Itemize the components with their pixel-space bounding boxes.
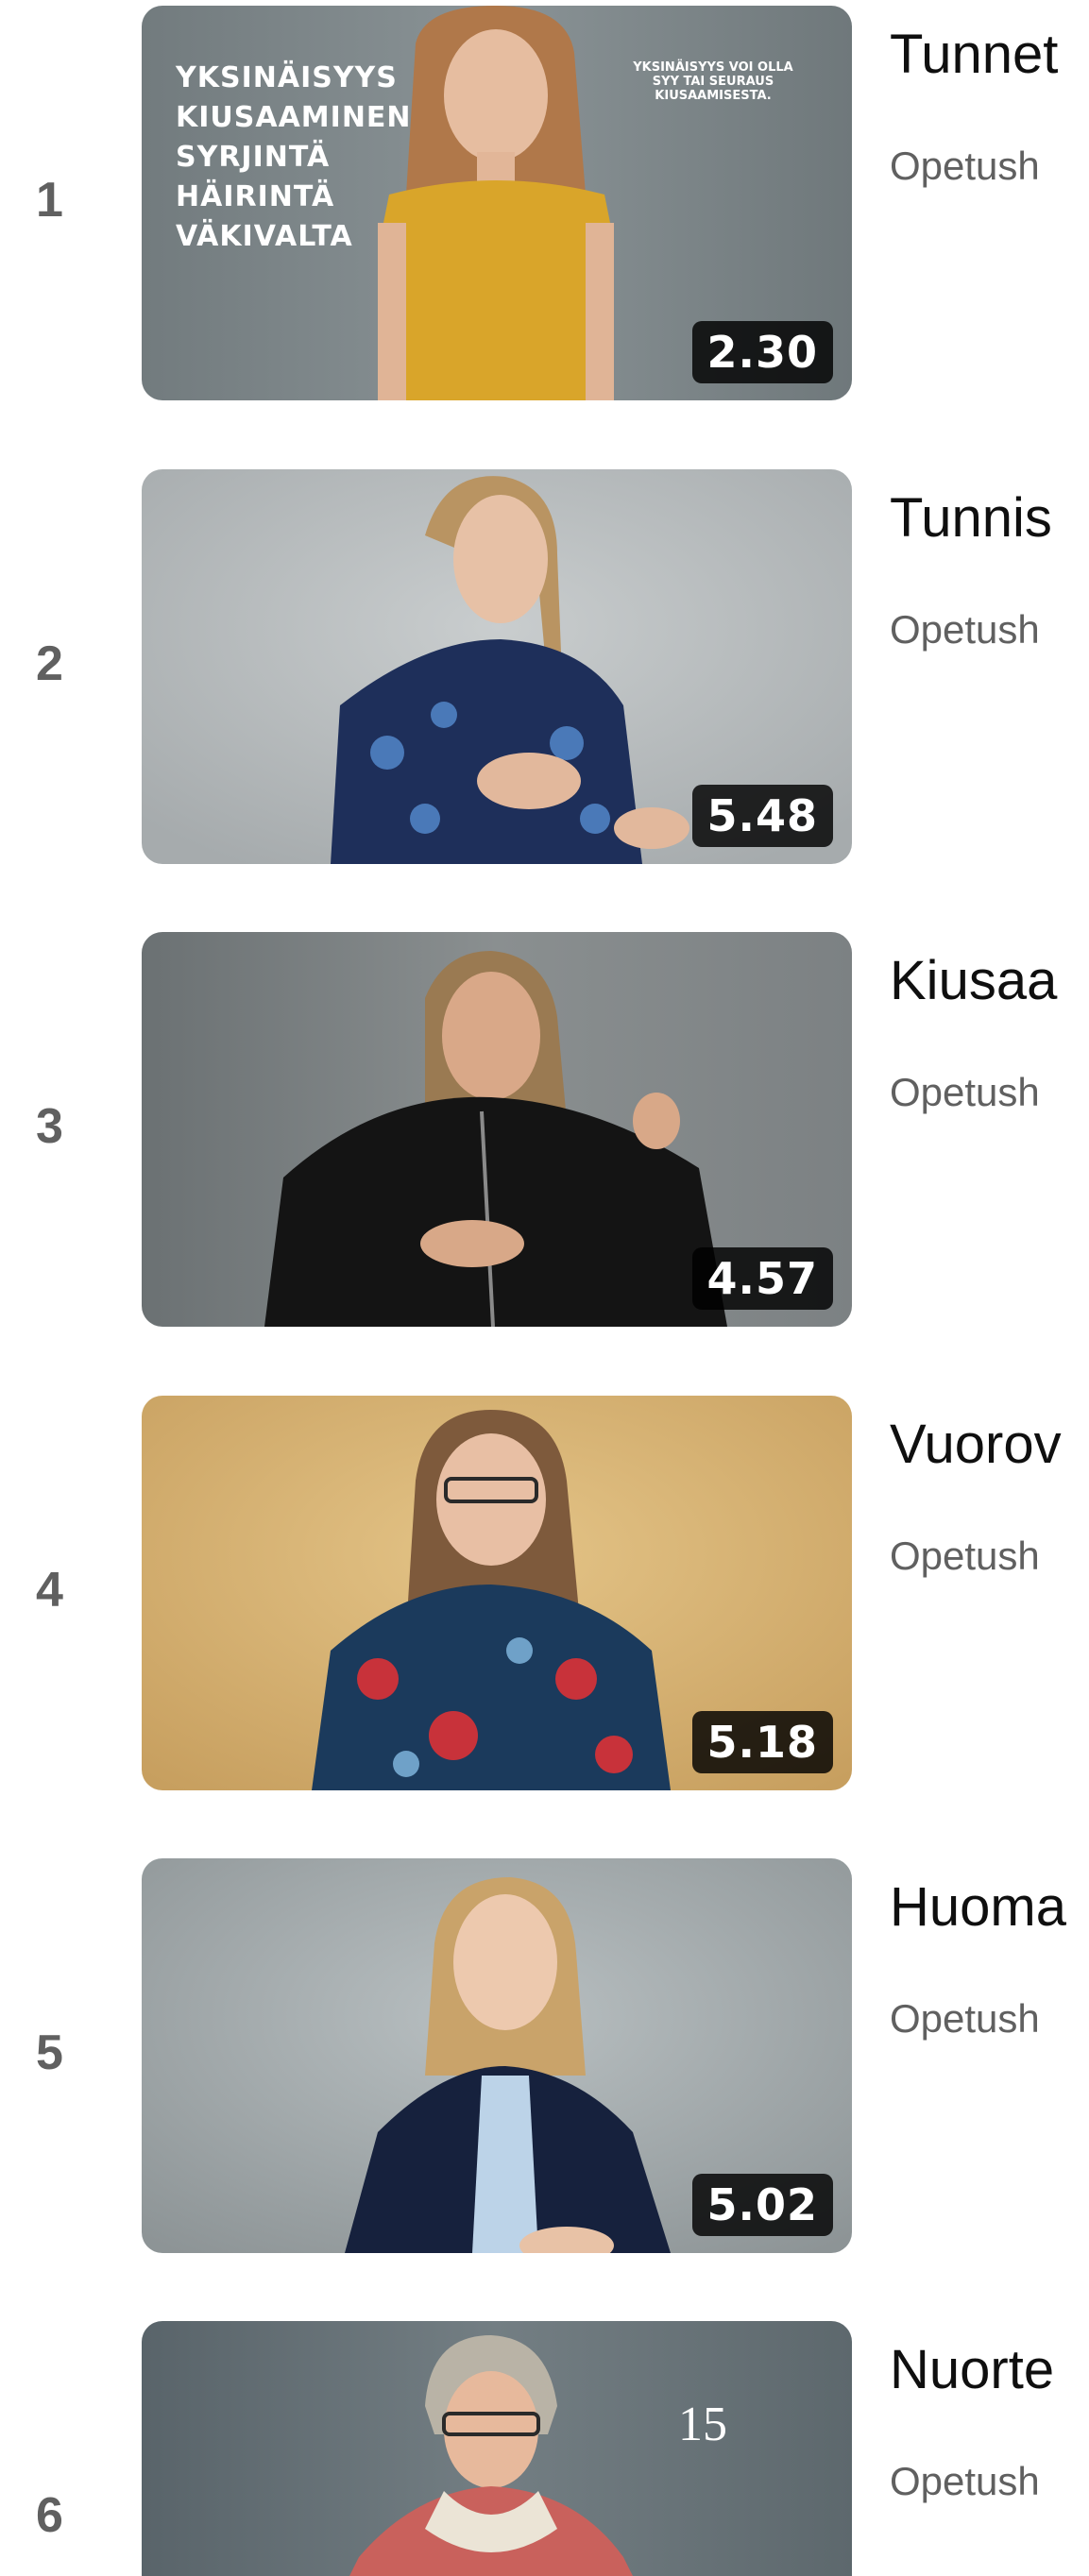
video-title[interactable]: Nuorte xyxy=(890,2338,1054,2401)
duration-badge: 5.48 xyxy=(691,785,833,847)
video-thumbnail[interactable]: YKSINÄISYYS KIUSAAMINEN SYRJINTÄ HÄIRINT… xyxy=(142,6,852,400)
duration-badge: 5.02 xyxy=(691,2174,833,2236)
thumbnail-image xyxy=(142,2321,852,2576)
video-title[interactable]: Tunnis xyxy=(890,486,1052,550)
item-index: 4 xyxy=(36,1563,63,1618)
channel-name[interactable]: Opetush xyxy=(890,607,1040,652)
channel-name[interactable]: Opetush xyxy=(890,1996,1040,2042)
item-index: 3 xyxy=(36,1099,63,1154)
video-title[interactable]: Vuorov xyxy=(890,1413,1062,1476)
item-index: 2 xyxy=(36,636,63,691)
video-thumbnail[interactable]: 5.48 xyxy=(142,469,852,864)
duration-badge: 5.18 xyxy=(691,1711,833,1773)
playlist-item[interactable]: 6 Nuorte Opetush xyxy=(0,2321,1089,2576)
playlist-item[interactable]: 2 5.48 Tunnis Opetush xyxy=(0,469,1089,866)
playlist-item[interactable]: 3 4.57 Kiusaa Opetush xyxy=(0,932,1089,1329)
video-title[interactable]: Huoma xyxy=(890,1875,1066,1939)
playlist-item[interactable]: 5 5.02 Huoma Opetush xyxy=(0,1858,1089,2255)
video-title[interactable]: Kiusaa xyxy=(890,949,1057,1012)
video-title[interactable]: Tunnet xyxy=(890,23,1058,86)
channel-name[interactable]: Opetush xyxy=(890,1534,1040,1579)
video-thumbnail[interactable]: 5.02 xyxy=(142,1858,852,2253)
video-thumbnail[interactable]: 5.18 xyxy=(142,1396,852,1790)
video-thumbnail[interactable]: 4.57 xyxy=(142,932,852,1327)
duration-badge: 2.30 xyxy=(691,321,833,383)
playlist-item[interactable]: 4 5.18 Vuorov Opetush xyxy=(0,1396,1089,1792)
channel-name[interactable]: Opetush xyxy=(890,2459,1040,2504)
thumbnail-overlay-text: YKSINÄISYYS KIUSAAMINEN SYRJINTÄ HÄIRINT… xyxy=(176,61,412,253)
channel-name[interactable]: Opetush xyxy=(890,1070,1040,1115)
page-number: 15 xyxy=(678,2398,727,2451)
thumbnail-caption: YKSINÄISYYS VOI OLLA SYY TAI SEURAUS KIU… xyxy=(633,60,793,103)
duration-badge: 4.57 xyxy=(691,1247,833,1310)
channel-name[interactable]: Opetush xyxy=(890,144,1040,189)
item-index: 5 xyxy=(36,2025,63,2080)
item-index: 1 xyxy=(36,173,63,228)
playlist-item[interactable]: 1 YKSINÄISYYS KIUSAAMINEN SYRJINTÄ HÄIRI… xyxy=(0,6,1089,402)
video-thumbnail[interactable] xyxy=(142,2321,852,2576)
item-index: 6 xyxy=(36,2488,63,2543)
